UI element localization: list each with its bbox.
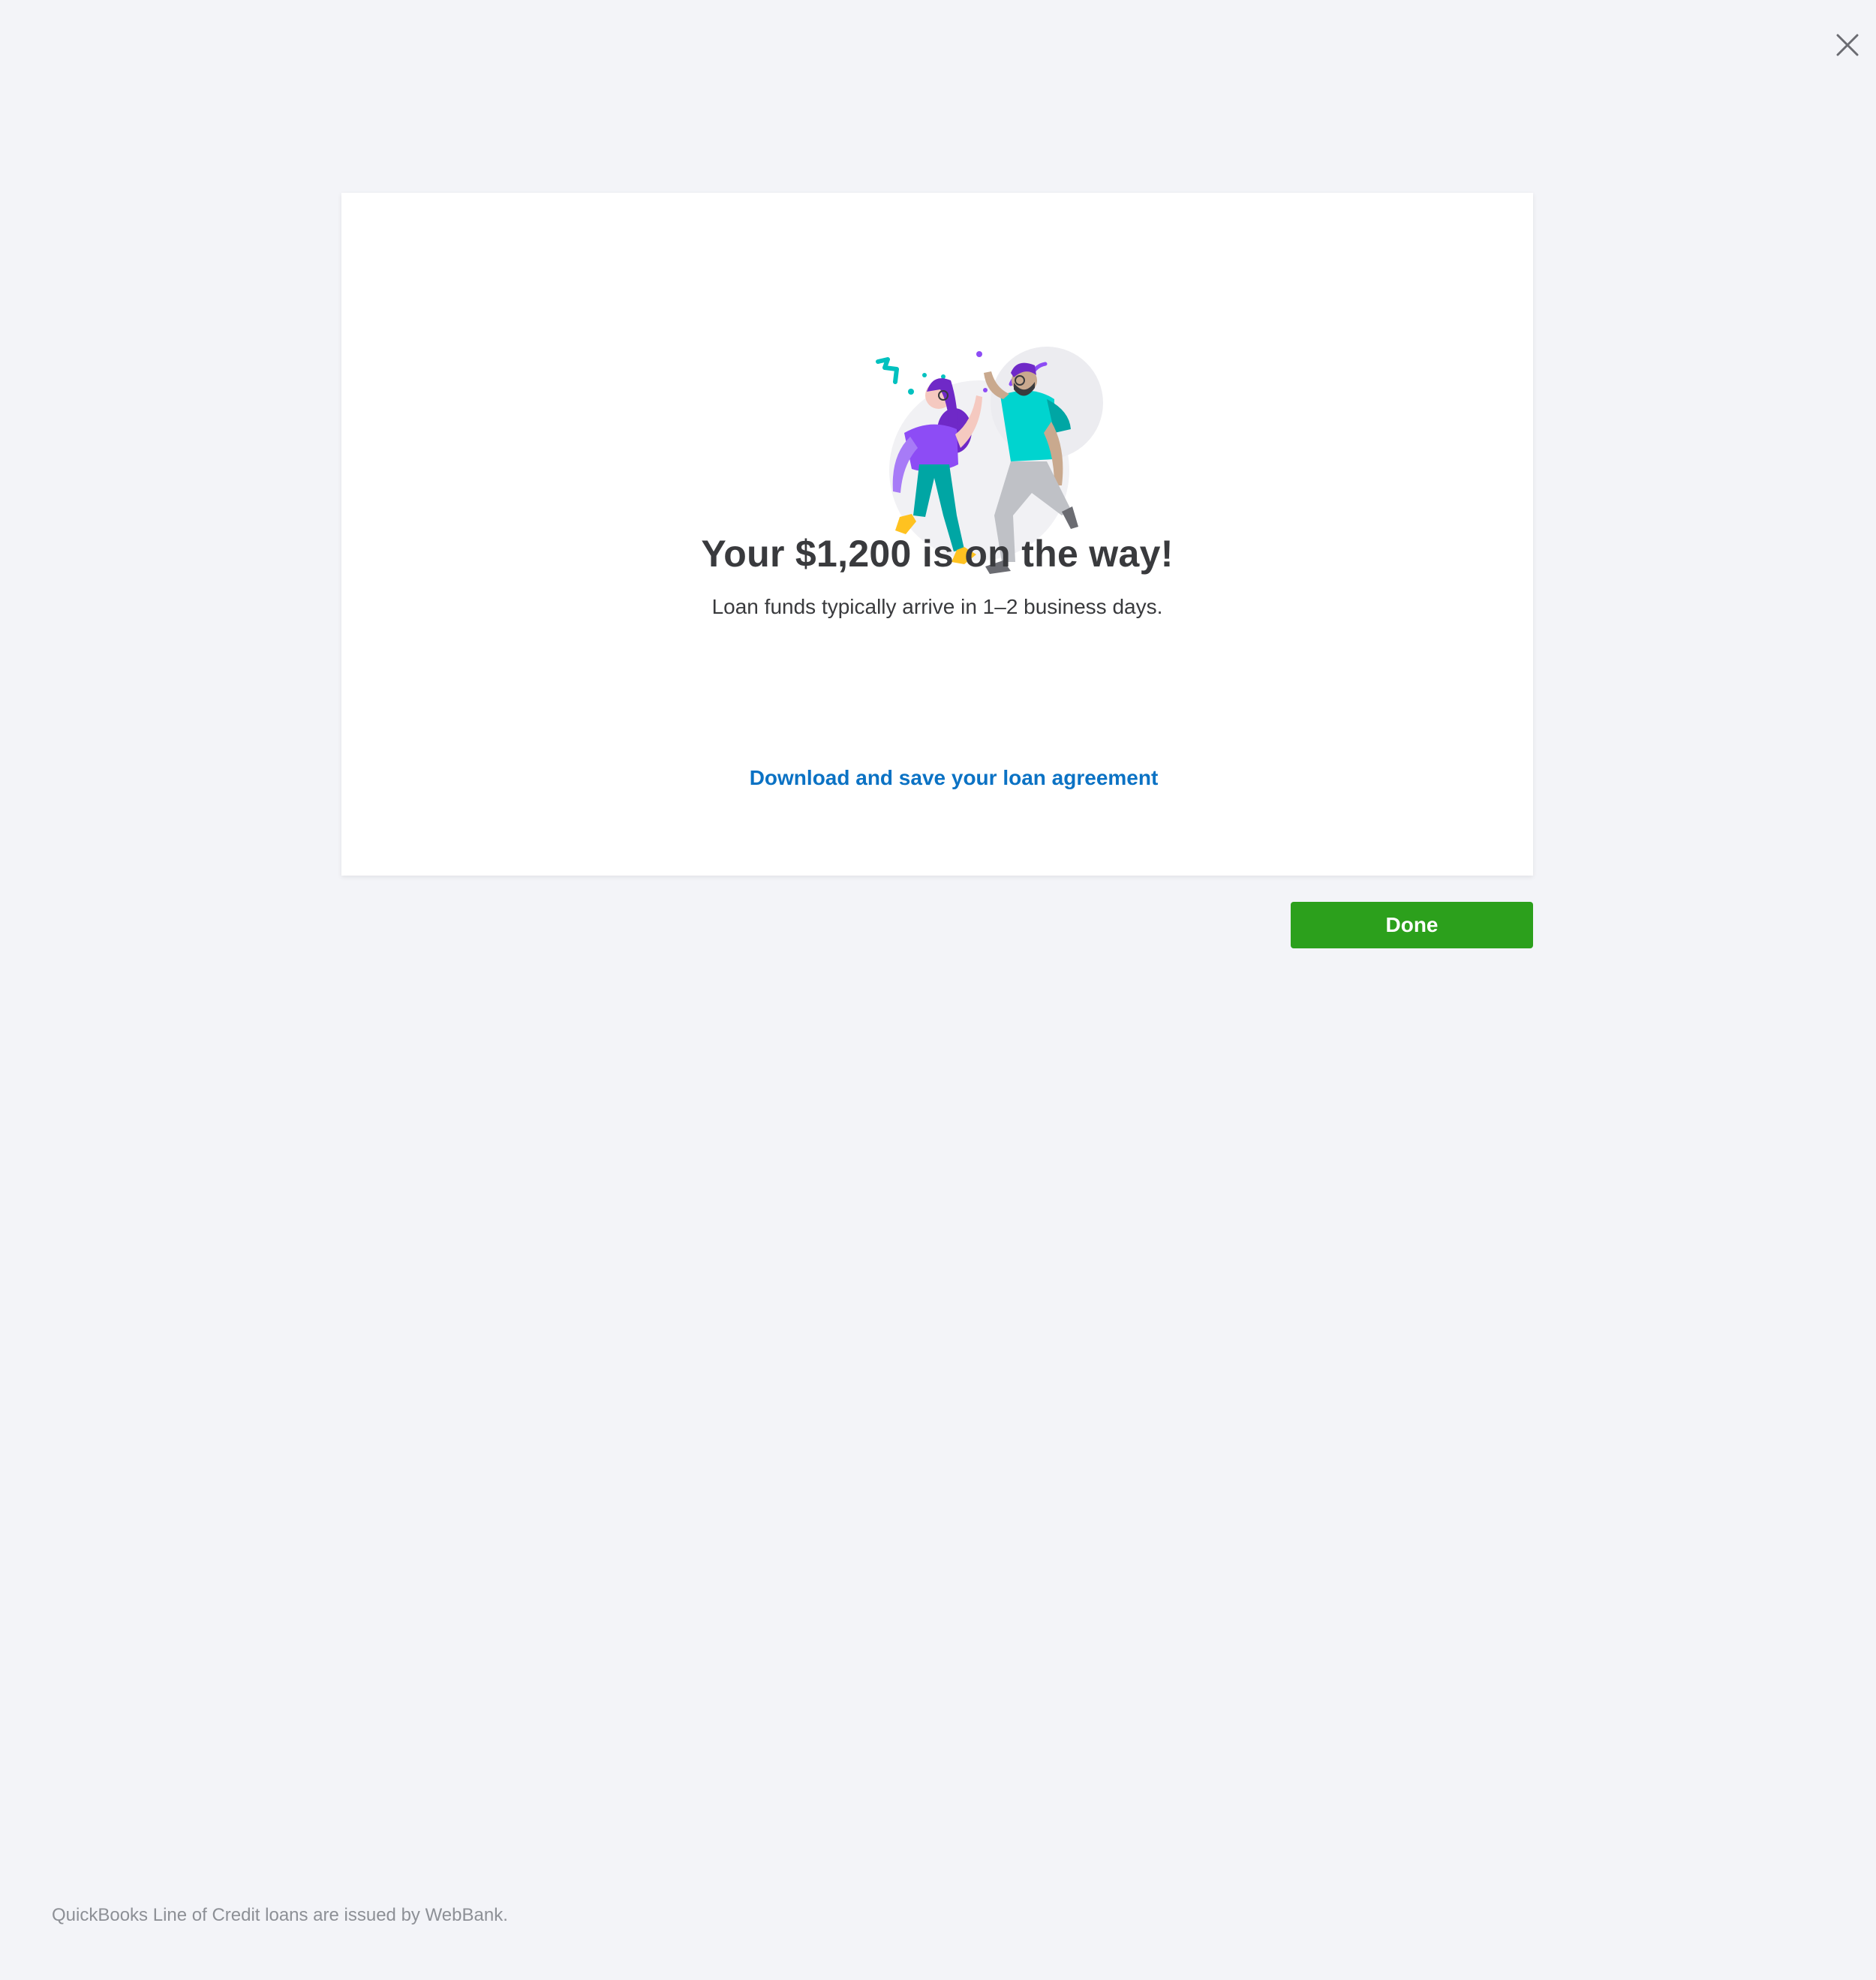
success-headline: Your $1,200 is on the way!	[701, 533, 1174, 575]
close-button[interactable]	[1828, 26, 1867, 65]
funds-arrival-subtext: Loan funds typically arrive in 1–2 busin…	[711, 595, 1163, 618]
done-button[interactable]: Done	[1291, 902, 1533, 948]
confirmation-card: Your $1,200 is on the way! Loan funds ty…	[341, 193, 1533, 876]
download-loan-agreement-link[interactable]: Download and save your loan agreement	[341, 766, 1533, 790]
close-icon	[1836, 34, 1859, 56]
webbank-disclaimer: QuickBooks Line of Credit loans are issu…	[52, 1905, 508, 1925]
